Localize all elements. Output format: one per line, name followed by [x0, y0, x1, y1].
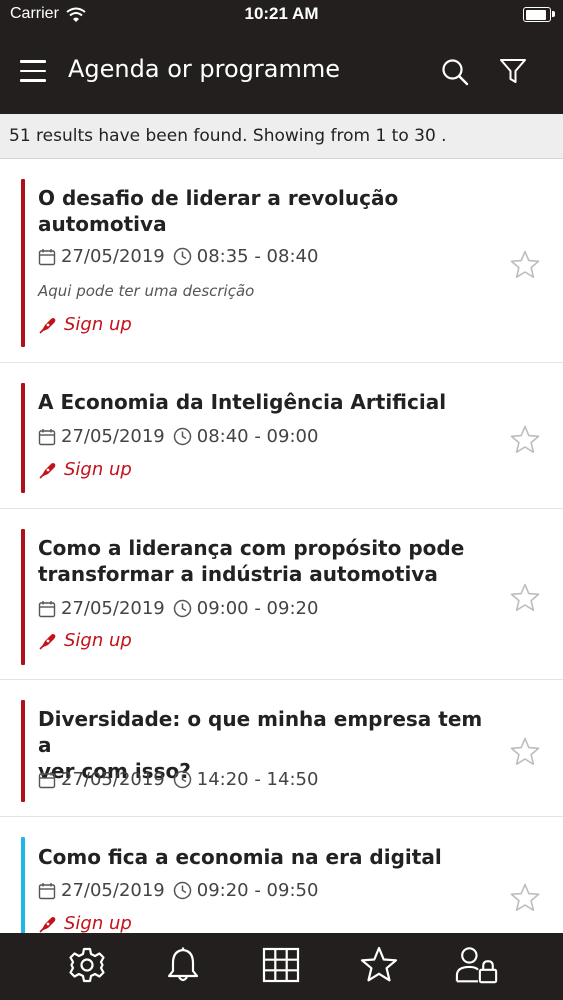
star-icon	[360, 946, 398, 982]
menu-icon[interactable]	[20, 60, 46, 82]
calendar-icon	[38, 771, 56, 788]
gear-icon	[69, 947, 105, 983]
bell-icon	[167, 947, 199, 982]
tab-bar	[0, 933, 563, 1000]
tab-grid[interactable]	[259, 943, 303, 987]
signup-link[interactable]: Sign up	[38, 459, 132, 480]
session-description: Aqui pode ter uma descrição	[38, 282, 255, 300]
session-title[interactable]: O desafio de liderar a revolução automoti…	[38, 185, 498, 237]
tab-notifications[interactable]	[161, 943, 205, 987]
filter-icon[interactable]	[499, 57, 527, 85]
clock-icon	[173, 427, 191, 446]
session-time: 08:40 - 09:00	[196, 426, 319, 447]
results-summary: 51 results have been found. Showing from…	[0, 114, 563, 159]
clock-icon	[173, 247, 191, 266]
signup-link[interactable]: Sign up	[38, 630, 132, 651]
session-date: 27/05/2019	[61, 246, 165, 267]
session-color-bar	[21, 179, 25, 347]
list-item[interactable]: O desafio de liderar a revolução automoti…	[0, 160, 563, 363]
session-color-bar	[21, 700, 25, 802]
status-bar: Carrier 10:21 AM	[0, 0, 563, 30]
tab-settings[interactable]	[65, 943, 109, 987]
user-lock-icon	[455, 947, 498, 984]
pen-icon	[39, 633, 56, 650]
list-item[interactable]: Diversidade: o que minha empresa tem a ve…	[0, 680, 563, 817]
pen-icon	[39, 317, 56, 334]
session-date: 27/05/2019	[61, 598, 165, 619]
signup-link[interactable]: Sign up	[38, 314, 132, 335]
status-time: 10:21 AM	[244, 4, 319, 23]
session-meta: 27/05/2019 09:20 - 09:50	[38, 880, 318, 901]
session-date: 27/05/2019	[61, 769, 165, 790]
favorite-star-icon[interactable]	[509, 736, 541, 768]
signup-link[interactable]: Sign up	[38, 913, 132, 934]
calendar-icon	[38, 600, 56, 617]
session-meta: 27/05/2019 08:35 - 08:40	[38, 246, 318, 267]
session-title[interactable]: A Economia da Inteligência Artificial	[38, 389, 498, 415]
pen-icon	[39, 462, 56, 479]
nav-bar: Agenda or programme	[0, 30, 563, 114]
session-time: 09:00 - 09:20	[196, 598, 319, 619]
calendar-icon	[38, 882, 56, 899]
favorite-star-icon[interactable]	[509, 249, 541, 281]
session-time: 09:20 - 09:50	[196, 880, 319, 901]
calendar-icon	[38, 248, 56, 265]
session-time: 08:35 - 08:40	[196, 246, 319, 267]
session-color-bar	[21, 529, 25, 665]
session-meta: 27/05/2019 14:20 - 14:50	[38, 769, 318, 790]
session-date: 27/05/2019	[61, 426, 165, 447]
grid-icon	[262, 947, 300, 983]
search-icon[interactable]	[441, 58, 469, 86]
calendar-icon	[38, 428, 56, 445]
session-meta: 27/05/2019 09:00 - 09:20	[38, 598, 318, 619]
list-item[interactable]: Como a liderança com propósito pode trans…	[0, 509, 563, 680]
pen-icon	[39, 916, 56, 933]
battery-icon	[523, 7, 555, 22]
favorite-star-icon[interactable]	[509, 882, 541, 914]
session-list: O desafio de liderar a revolução automoti…	[0, 160, 563, 957]
page-title: Agenda or programme	[68, 55, 340, 83]
clock-icon	[173, 599, 191, 618]
tab-favorites[interactable]	[357, 943, 401, 987]
tab-profile[interactable]	[455, 943, 499, 987]
favorite-star-icon[interactable]	[509, 424, 541, 456]
session-date: 27/05/2019	[61, 880, 165, 901]
clock-icon	[173, 770, 191, 789]
session-color-bar	[21, 383, 25, 493]
favorite-star-icon[interactable]	[509, 582, 541, 614]
session-meta: 27/05/2019 08:40 - 09:00	[38, 426, 318, 447]
clock-icon	[173, 881, 191, 900]
list-item[interactable]: A Economia da Inteligência Artificial 27…	[0, 363, 563, 509]
session-title[interactable]: Como fica a economia na era digital	[38, 844, 498, 870]
session-title[interactable]: Como a liderança com propósito pode trans…	[38, 535, 498, 587]
session-time: 14:20 - 14:50	[196, 769, 319, 790]
